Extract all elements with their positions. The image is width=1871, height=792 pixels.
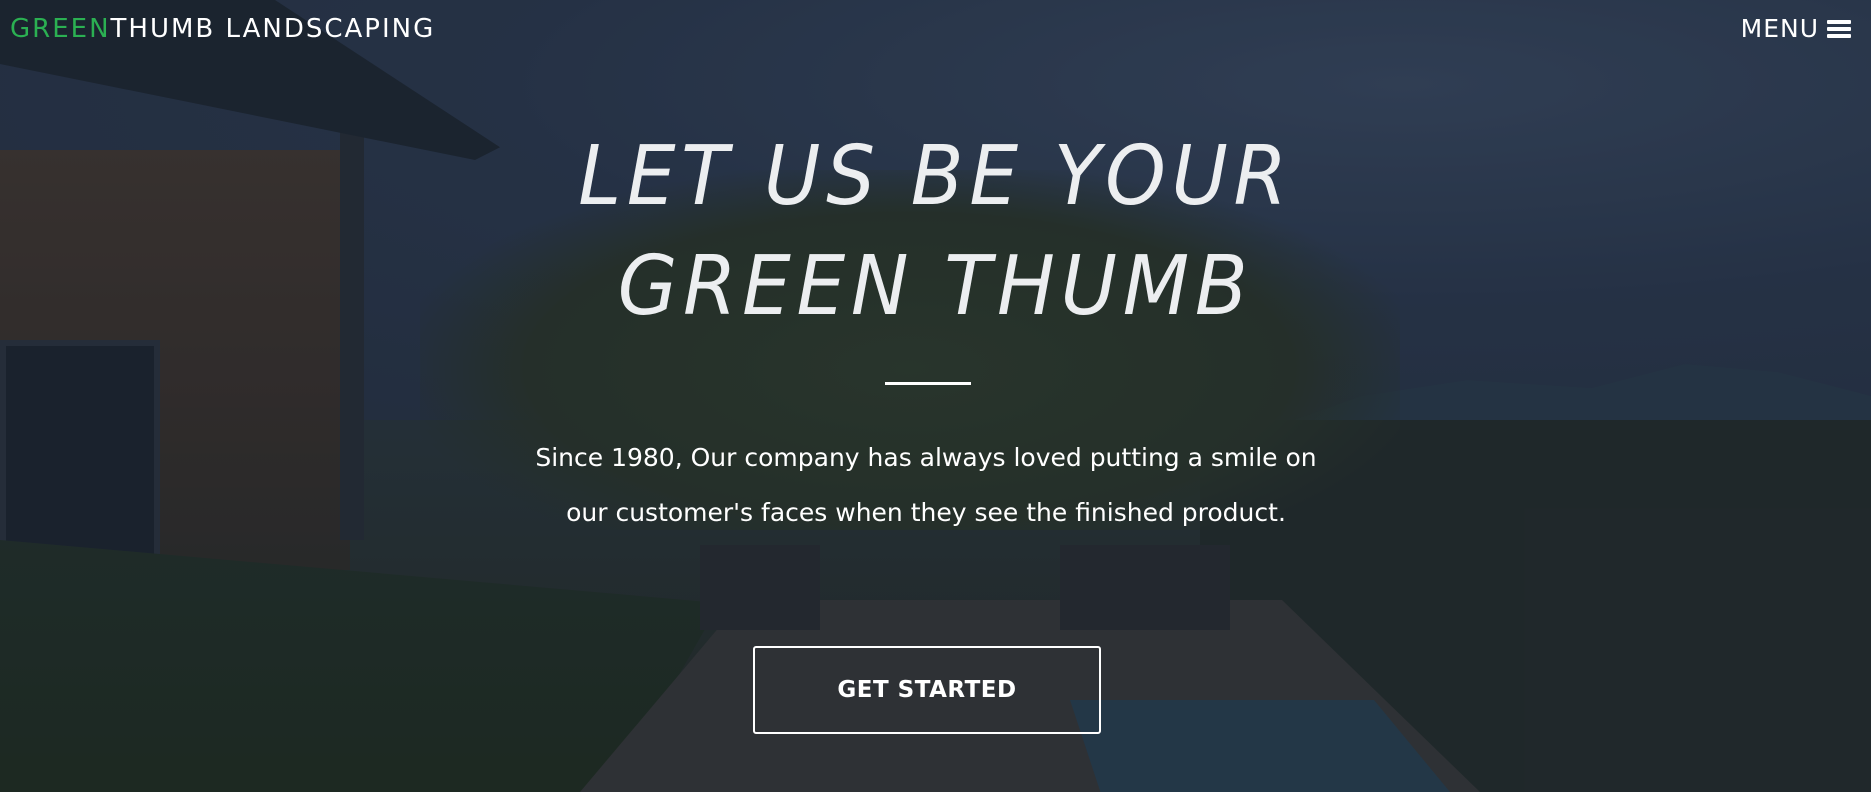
brand-logo-link[interactable]: GREENTHUMB LANDSCAPING <box>10 14 435 44</box>
hero-headline-line-1: LET US BE YOUR <box>578 129 1293 224</box>
hero-section: GREENTHUMB LANDSCAPING MENU LET US BE YO… <box>0 0 1871 792</box>
menu-label: MENU <box>1740 14 1819 43</box>
brand-green-text: GREEN <box>10 14 111 44</box>
navbar: GREENTHUMB LANDSCAPING MENU <box>0 0 1871 60</box>
headline-divider <box>885 382 971 385</box>
menu-toggle-button[interactable]: MENU <box>1741 14 1851 43</box>
brand-rest-text: THUMB LANDSCAPING <box>110 14 436 44</box>
hamburger-icon <box>1827 19 1851 39</box>
hero-headline-line-2: GREEN THUMB <box>617 239 1254 334</box>
hero-description: Since 1980, Our company has always loved… <box>535 443 1317 527</box>
get-started-button[interactable]: GET STARTED <box>753 646 1101 734</box>
